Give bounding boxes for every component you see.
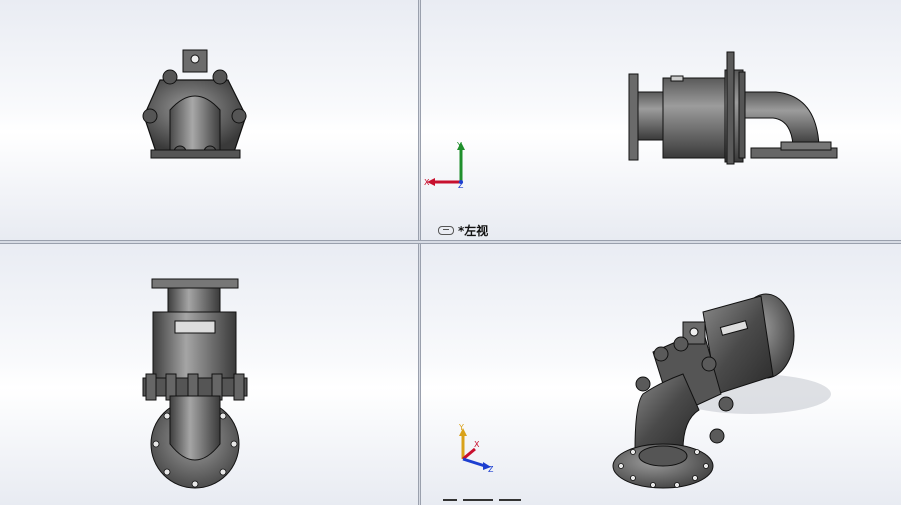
link-view-icon[interactable] (438, 226, 454, 235)
triad-iso-y-label: Y (458, 423, 464, 432)
model-left-view: Y X Z (424, 51, 838, 190)
triad-x-label: X (424, 178, 430, 187)
triad-iso-x-label: X (474, 440, 480, 449)
triad-z-label: Z (458, 181, 464, 190)
triad-y-label: Y (456, 141, 462, 150)
viewport-isometric[interactable]: Y X Z (421, 244, 901, 505)
triad-iso-z-label: Z (488, 465, 494, 474)
model-top-view (142, 278, 248, 489)
model-isometric-view: Y X Z (458, 293, 831, 489)
view-name-text: *左视 (458, 224, 489, 238)
viewport-left[interactable]: Y X Z *左视 (421, 0, 901, 240)
view-name-label: *左视 (438, 222, 488, 239)
viewport-top[interactable] (0, 244, 418, 505)
truncated-view-label (443, 499, 553, 505)
model-front-view (142, 49, 247, 159)
viewport-front[interactable] (0, 0, 418, 240)
